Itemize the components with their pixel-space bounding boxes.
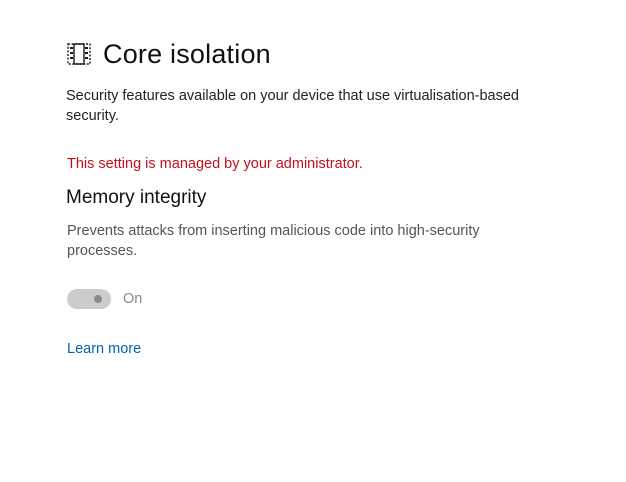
toggle-state-label: On [123, 291, 143, 307]
toggle-knob [94, 295, 102, 303]
learn-more-link[interactable]: Learn more [67, 341, 141, 357]
memory-integrity-description: Prevents attacks from inserting maliciou… [67, 223, 480, 259]
managed-by-admin-notice: This setting is managed by your administ… [67, 156, 363, 172]
core-isolation-page: Core isolation Security features availab… [0, 0, 626, 482]
core-isolation-chip-icon [66, 41, 92, 67]
memory-integrity-toggle-row: On [67, 289, 142, 309]
memory-integrity-toggle[interactable] [67, 289, 111, 309]
page-header: Core isolation [66, 36, 271, 72]
page-title: Core isolation [103, 38, 271, 69]
page-description: Security features available on your devi… [66, 88, 519, 124]
memory-integrity-title: Memory integrity [66, 187, 207, 208]
